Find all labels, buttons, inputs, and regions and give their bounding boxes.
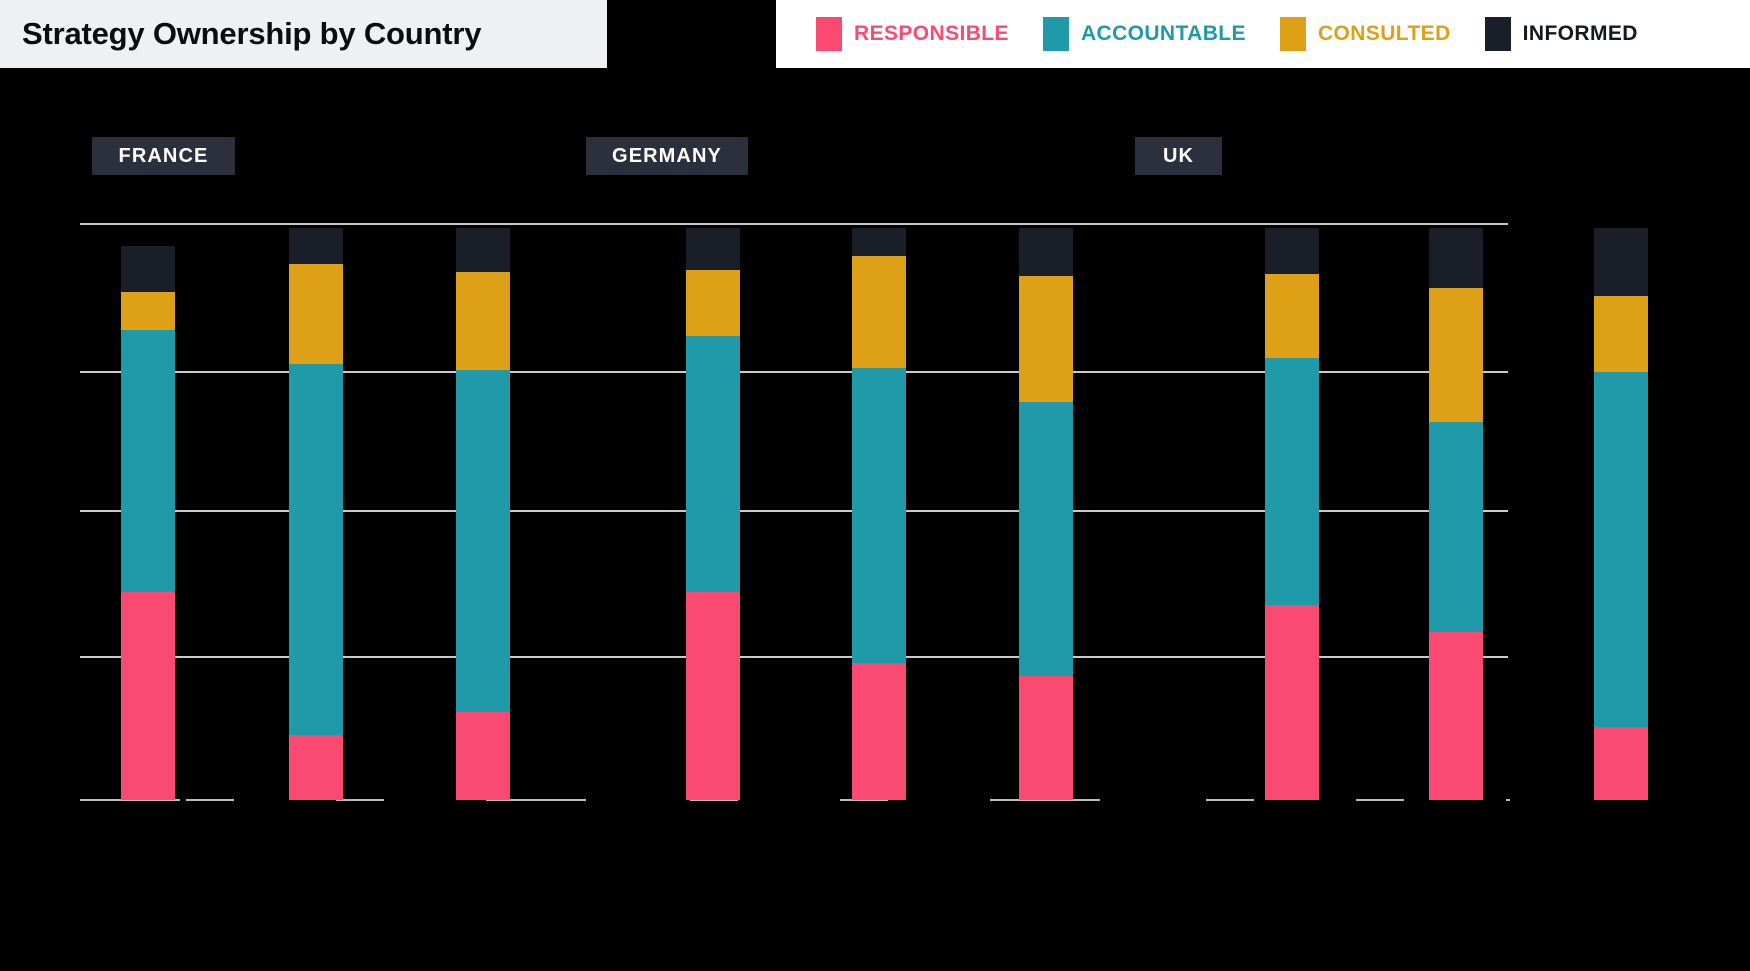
stacked-bar[interactable]	[289, 228, 343, 800]
stacked-bar[interactable]	[686, 228, 740, 800]
bar-segment-informed[interactable]	[121, 246, 175, 292]
stacked-bar[interactable]	[1265, 228, 1319, 800]
bar-segment-accountable[interactable]	[121, 330, 175, 592]
bar-segment-responsible[interactable]	[1429, 632, 1483, 800]
bar-segment-accountable[interactable]	[1265, 358, 1319, 605]
bar-segment-accountable[interactable]	[1429, 422, 1483, 632]
group-label-germany[interactable]: GERMANY	[586, 137, 748, 175]
bar-segment-responsible[interactable]	[1594, 727, 1648, 800]
bar-segment-accountable[interactable]	[852, 368, 906, 663]
bar-segment-consulted[interactable]	[1594, 296, 1648, 372]
group-label-text: GERMANY	[612, 144, 722, 167]
bar-segment-consulted[interactable]	[121, 292, 175, 330]
bar-segment-informed[interactable]	[686, 228, 740, 270]
bar-segment-responsible[interactable]	[456, 712, 510, 800]
bar-segment-consulted[interactable]	[289, 264, 343, 364]
bar-segment-informed[interactable]	[1019, 228, 1073, 276]
group-label-text: UK	[1162, 144, 1195, 167]
bar-segment-responsible[interactable]	[289, 735, 343, 800]
stacked-bar[interactable]	[1019, 228, 1073, 800]
group-label-uk[interactable]: UK	[1135, 137, 1222, 175]
stacked-bar[interactable]	[852, 228, 906, 800]
bar-segment-responsible[interactable]	[852, 663, 906, 800]
bar-segment-informed[interactable]	[456, 228, 510, 272]
stacked-bar[interactable]	[1594, 228, 1648, 800]
stacked-bar[interactable]	[121, 246, 175, 800]
bar-segment-informed[interactable]	[1265, 228, 1319, 274]
bar-segment-consulted[interactable]	[1429, 288, 1483, 422]
axis-tick	[186, 799, 234, 801]
stacked-bar[interactable]	[456, 228, 510, 800]
bar-segment-responsible[interactable]	[1265, 605, 1319, 800]
group-label-france[interactable]: FRANCE	[92, 137, 235, 175]
bar-segment-informed[interactable]	[1429, 228, 1483, 288]
chart-plot-area: FRANCE GERMANY UK	[0, 0, 1750, 971]
stacked-bar[interactable]	[1429, 228, 1483, 800]
bar-segment-accountable[interactable]	[1019, 402, 1073, 676]
bar-segment-informed[interactable]	[1594, 228, 1648, 296]
bar-segment-accountable[interactable]	[1594, 372, 1648, 727]
bar-segment-informed[interactable]	[289, 228, 343, 264]
bar-segment-consulted[interactable]	[852, 256, 906, 368]
bar-segment-responsible[interactable]	[121, 592, 175, 800]
axis-tick	[336, 799, 384, 801]
gridline	[80, 223, 1508, 225]
bar-segment-accountable[interactable]	[686, 336, 740, 592]
bar-segment-responsible[interactable]	[1019, 676, 1073, 800]
bar-segment-consulted[interactable]	[456, 272, 510, 370]
bar-segment-accountable[interactable]	[289, 364, 343, 735]
bar-segment-accountable[interactable]	[456, 370, 510, 712]
axis-tick	[1206, 799, 1254, 801]
axis-tick	[1356, 799, 1404, 801]
bar-segment-informed[interactable]	[852, 228, 906, 256]
bar-segment-consulted[interactable]	[1265, 274, 1319, 358]
group-label-text: FRANCE	[118, 144, 209, 167]
axis-tick	[1506, 799, 1510, 801]
bar-segment-consulted[interactable]	[686, 270, 740, 336]
bar-segment-responsible[interactable]	[686, 592, 740, 800]
bar-segment-consulted[interactable]	[1019, 276, 1073, 402]
